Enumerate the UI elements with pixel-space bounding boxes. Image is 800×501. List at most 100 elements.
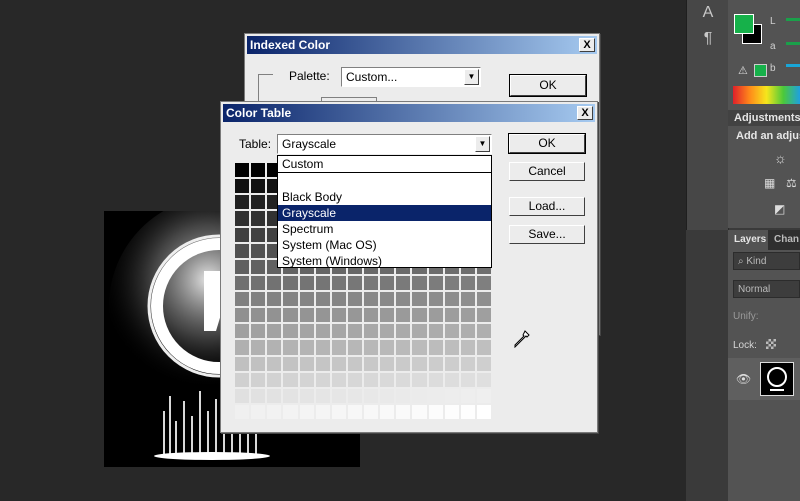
layer-filter-kind[interactable]: ⌕ Kind: [733, 252, 800, 270]
layer-thumbnail[interactable]: [760, 362, 794, 396]
color-swatch[interactable]: [283, 292, 298, 307]
color-swatch[interactable]: [315, 275, 330, 290]
color-swatch[interactable]: [444, 275, 459, 290]
color-swatch[interactable]: [235, 292, 250, 307]
color-swatch[interactable]: [396, 275, 411, 290]
color-swatch[interactable]: [251, 243, 266, 258]
color-swatch[interactable]: [396, 356, 411, 371]
color-swatch[interactable]: [476, 340, 491, 355]
color-swatch[interactable]: [412, 356, 427, 371]
color-table-close-button[interactable]: X: [577, 106, 593, 120]
color-swatch[interactable]: [235, 163, 250, 178]
color-swatch[interactable]: [364, 308, 379, 323]
color-swatch[interactable]: [251, 404, 266, 419]
color-swatch[interactable]: [380, 356, 395, 371]
color-swatch[interactable]: [267, 292, 282, 307]
color-swatch[interactable]: [331, 388, 346, 403]
color-swatch[interactable]: [331, 275, 346, 290]
color-swatch[interactable]: [235, 340, 250, 355]
color-swatch[interactable]: [396, 388, 411, 403]
color-swatch[interactable]: [347, 308, 362, 323]
color-swatch[interactable]: [315, 372, 330, 387]
color-swatch[interactable]: [380, 292, 395, 307]
l-slider[interactable]: [786, 18, 800, 21]
color-swatch[interactable]: [331, 292, 346, 307]
color-swatch[interactable]: [283, 308, 298, 323]
color-swatch[interactable]: [444, 388, 459, 403]
color-swatch[interactable]: [444, 372, 459, 387]
color-swatch[interactable]: [331, 340, 346, 355]
chevron-down-icon[interactable]: ▼: [475, 136, 490, 152]
color-swatch[interactable]: [428, 340, 443, 355]
color-swatch[interactable]: [235, 227, 250, 242]
color-swatch[interactable]: [251, 340, 266, 355]
foreground-color-swatch[interactable]: [734, 14, 754, 34]
color-swatch[interactable]: [396, 340, 411, 355]
color-swatch[interactable]: [331, 372, 346, 387]
color-swatch[interactable]: [299, 388, 314, 403]
color-swatch[interactable]: [315, 324, 330, 339]
color-swatch[interactable]: [476, 356, 491, 371]
color-swatch[interactable]: [283, 275, 298, 290]
eyedropper-icon[interactable]: [514, 330, 530, 348]
color-swatch[interactable]: [267, 340, 282, 355]
color-swatch[interactable]: [251, 356, 266, 371]
character-panel-icon[interactable]: A: [697, 2, 719, 24]
color-swatch[interactable]: [299, 324, 314, 339]
color-swatch[interactable]: [267, 324, 282, 339]
chevron-down-icon[interactable]: ▼: [464, 69, 479, 85]
color-swatch[interactable]: [412, 308, 427, 323]
color-swatch[interactable]: [428, 308, 443, 323]
color-swatch[interactable]: [299, 292, 314, 307]
color-swatch[interactable]: [283, 340, 298, 355]
color-swatch[interactable]: [267, 372, 282, 387]
color-swatch[interactable]: [364, 340, 379, 355]
indexed-ok-button[interactable]: OK: [509, 74, 587, 97]
color-swatch[interactable]: [251, 227, 266, 242]
color-swatch[interactable]: [235, 179, 250, 194]
color-swatch[interactable]: [428, 388, 443, 403]
layer-row[interactable]: 👁: [728, 358, 800, 400]
color-swatch[interactable]: [267, 356, 282, 371]
table-option[interactable]: Grayscale: [278, 205, 491, 221]
color-swatch[interactable]: [235, 275, 250, 290]
color-swatch[interactable]: [444, 308, 459, 323]
color-swatch[interactable]: [460, 324, 475, 339]
color-swatch[interactable]: [412, 275, 427, 290]
table-option[interactable]: System (Mac OS): [278, 237, 491, 253]
color-swatch[interactable]: [283, 356, 298, 371]
color-swatch[interactable]: [428, 292, 443, 307]
color-swatch[interactable]: [283, 404, 298, 419]
color-swatch[interactable]: [396, 372, 411, 387]
color-table-cancel-button[interactable]: Cancel: [509, 162, 585, 181]
color-swatch[interactable]: [444, 340, 459, 355]
color-swatch[interactable]: [299, 404, 314, 419]
color-swatch[interactable]: [251, 259, 266, 274]
color-swatch[interactable]: [476, 404, 491, 419]
blend-mode-select[interactable]: Normal: [733, 280, 800, 298]
exposure-icon[interactable]: ▦: [764, 176, 775, 190]
color-swatch[interactable]: [476, 388, 491, 403]
color-swatch[interactable]: [476, 308, 491, 323]
color-swatch[interactable]: [428, 275, 443, 290]
color-swatch[interactable]: [315, 404, 330, 419]
color-swatch[interactable]: [460, 388, 475, 403]
color-swatch[interactable]: [460, 275, 475, 290]
color-swatch[interactable]: [347, 356, 362, 371]
color-swatch[interactable]: [364, 356, 379, 371]
indexed-color-titlebar[interactable]: Indexed Color X: [247, 36, 597, 54]
color-swatch[interactable]: [380, 275, 395, 290]
color-swatch[interactable]: [428, 372, 443, 387]
color-swatch[interactable]: [364, 275, 379, 290]
color-swatch[interactable]: [347, 275, 362, 290]
color-swatch[interactable]: [251, 163, 266, 178]
color-swatch[interactable]: [396, 404, 411, 419]
color-swatch[interactable]: [412, 404, 427, 419]
color-swatch[interactable]: [428, 356, 443, 371]
table-select[interactable]: Grayscale ▼: [277, 134, 492, 154]
color-swatch[interactable]: [444, 356, 459, 371]
color-swatch[interactable]: [251, 372, 266, 387]
color-swatch[interactable]: [396, 324, 411, 339]
color-swatch[interactable]: [315, 388, 330, 403]
color-swatch[interactable]: [267, 308, 282, 323]
